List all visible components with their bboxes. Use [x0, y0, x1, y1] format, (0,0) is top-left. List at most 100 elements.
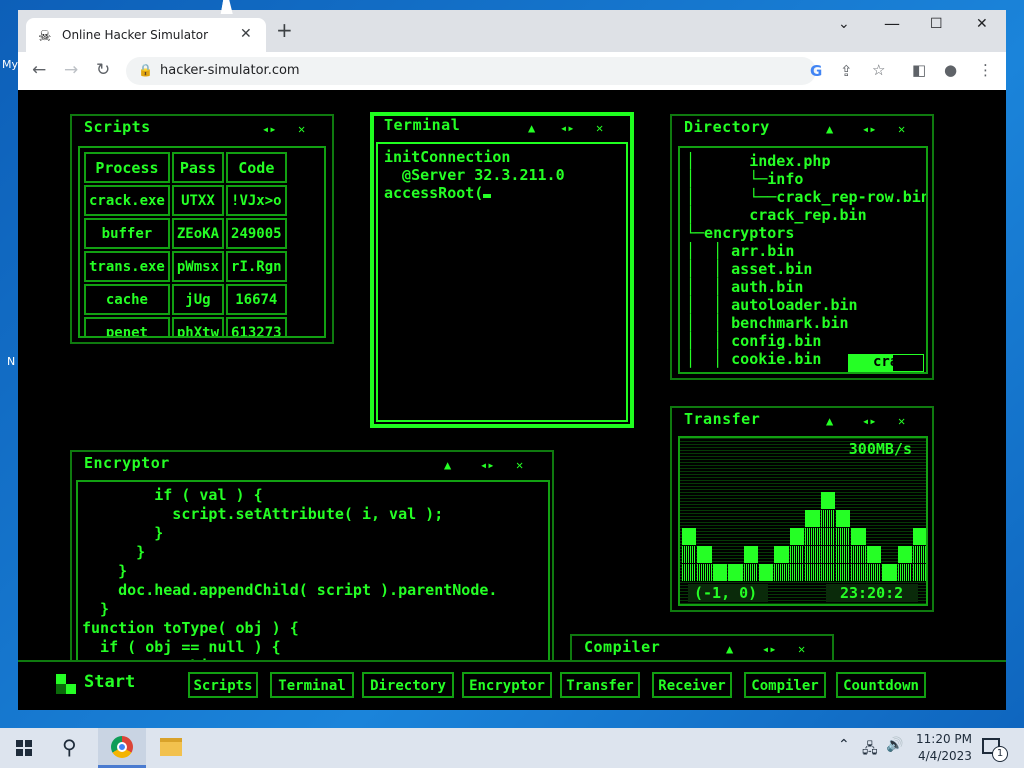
close-icon[interactable]: ✕	[898, 122, 905, 136]
resize-icon[interactable]: ◂▸	[862, 414, 876, 428]
desktop-label[interactable]: My	[2, 58, 18, 71]
progress-label: cra	[873, 354, 899, 370]
directory-entry[interactable]: │ │ asset.bin	[686, 260, 812, 278]
code-line: script.setAttribute( i, val );	[82, 505, 444, 523]
time-box: 23:20:2	[826, 584, 918, 602]
maximize-icon[interactable]: ▲	[826, 122, 833, 136]
maximize-icon[interactable]: ▲	[826, 414, 833, 428]
taskbar-button-transfer[interactable]: Transfer	[560, 672, 640, 698]
directory-entry[interactable]: │ └─info	[686, 170, 803, 188]
directory-entry[interactable]: │ │ auth.bin	[686, 278, 803, 296]
chrome-taskbar-button[interactable]	[98, 728, 146, 768]
transfer-bar	[728, 564, 743, 581]
profile-icon[interactable]: ●	[944, 61, 957, 79]
back-icon[interactable]: ←	[32, 60, 46, 80]
maximize-icon[interactable]: ▲	[726, 642, 733, 656]
directory-entry[interactable]: │ crack_rep.bin	[686, 206, 867, 224]
url-text[interactable]: hacker-simulator.com	[160, 63, 300, 78]
desktop-label[interactable]: N	[7, 355, 15, 368]
transfer-window[interactable]: Transfer ▲ ◂▸ ✕ 300MB/s (-1, 0) 23:20:2	[670, 406, 934, 612]
maximize-icon[interactable]: ☐	[930, 16, 943, 32]
address-bar[interactable]: 🔒 hacker-simulator.com G ⇪ ☆	[126, 57, 885, 85]
close-icon[interactable]: ✕	[516, 458, 523, 472]
share-icon[interactable]: ⇪	[840, 62, 853, 80]
notification-count: 1	[992, 746, 1008, 762]
table-cell: 249005	[226, 218, 287, 249]
window-title: Terminal	[384, 116, 461, 134]
tab-search-icon[interactable]: ⌄	[838, 16, 850, 32]
forward-icon[interactable]: →	[64, 60, 78, 80]
chevron-up-icon[interactable]: ⌃	[838, 737, 850, 753]
file-explorer-icon[interactable]	[160, 738, 182, 756]
maximize-icon[interactable]: ▲	[528, 121, 535, 135]
windows-start-icon[interactable]	[16, 740, 32, 756]
start-button[interactable]: Start	[84, 672, 135, 692]
column-header: Process	[84, 152, 170, 183]
directory-entry[interactable]: │ └──crack_rep-row.bin	[686, 188, 926, 206]
directory-entry[interactable]: │ │ autoloader.bin	[686, 296, 858, 314]
bookmark-star-icon[interactable]: ☆	[872, 61, 885, 79]
scripts-table-frame: Process Pass Code crack.exe UTXX !VJx>o buffe…	[78, 146, 326, 338]
taskbar-button-countdown[interactable]: Countdown	[836, 672, 926, 698]
minimize-icon[interactable]: —	[884, 14, 900, 33]
taskbar-button-encryptor[interactable]: Encryptor	[462, 672, 552, 698]
transfer-bar	[851, 528, 866, 545]
start-logo-icon[interactable]	[56, 674, 76, 694]
directory-entry[interactable]: │ │ cookie.bin	[686, 350, 821, 368]
search-icon[interactable]: ⚲	[62, 735, 77, 759]
menu-icon[interactable]: ⋮	[978, 61, 993, 79]
browser-window: ☠ Online Hacker Simulator ✕ + ⌄ — ☐ ✕ ← …	[18, 10, 1006, 710]
maximize-icon[interactable]: ▲	[444, 458, 451, 472]
table-row: penet phXtw 613273	[84, 317, 287, 336]
transfer-speed: 300MB/s	[848, 440, 912, 458]
resize-icon[interactable]: ◂▸	[862, 122, 876, 136]
transfer-bar	[682, 564, 697, 581]
terminal-line: accessRoot(	[384, 184, 484, 202]
reload-icon[interactable]: ↻	[96, 60, 110, 80]
directory-entry[interactable]: │ │ benchmark.bin	[686, 314, 849, 332]
directory-entry[interactable]: │ │ config.bin	[686, 332, 821, 350]
directory-entry[interactable]: │ index.php	[686, 152, 831, 170]
transfer-bar	[820, 564, 835, 581]
close-icon[interactable]: ✕	[798, 642, 805, 656]
window-title: Compiler	[584, 638, 661, 656]
close-icon[interactable]: ✕	[596, 121, 603, 135]
taskbar-button-scripts[interactable]: Scripts	[188, 672, 258, 698]
taskbar-button-receiver[interactable]: Receiver	[652, 672, 732, 698]
resize-icon[interactable]: ◂▸	[560, 121, 574, 135]
close-icon[interactable]: ✕	[298, 122, 305, 136]
terminal-screen[interactable]: initConnection @Server 32.3.211.0 access…	[376, 142, 628, 422]
close-tab-icon[interactable]: ✕	[240, 26, 252, 42]
resize-icon[interactable]: ◂▸	[762, 642, 776, 656]
table-cell: UTXX	[171, 185, 225, 216]
google-icon[interactable]: G	[810, 62, 822, 80]
window-title: Transfer	[684, 410, 761, 428]
directory-entry[interactable]: └─encryptors	[686, 224, 794, 242]
new-tab-button[interactable]: +	[276, 20, 293, 40]
scripts-window[interactable]: Scripts ◂▸ ✕ Process Pass Code crack.exe UT…	[70, 114, 334, 344]
side-panel-icon[interactable]: ◧	[912, 61, 926, 79]
lock-icon[interactable]: 🔒	[138, 63, 153, 77]
close-window-icon[interactable]: ✕	[976, 16, 988, 32]
terminal-window[interactable]: Terminal ▲ ◂▸ ✕ initConnection @Server 3…	[370, 112, 634, 428]
transfer-bar	[836, 528, 851, 545]
taskbar-button-directory[interactable]: Directory	[362, 672, 454, 698]
table-cell: ZEoKA	[171, 218, 225, 249]
close-icon[interactable]: ✕	[898, 414, 905, 428]
volume-icon[interactable]: 🔊	[886, 737, 903, 753]
resize-icon[interactable]: ◂▸	[262, 122, 276, 136]
mouse-cursor-icon	[220, 0, 236, 14]
clock-time[interactable]: 11:20 PM	[916, 732, 972, 746]
table-cell: cache	[84, 284, 170, 315]
network-icon[interactable]: 🖧	[862, 738, 878, 762]
windows-taskbar: ⚲ ⌃ 🖧 🔊 11:20 PM 4/4/2023 1	[0, 728, 1024, 768]
resize-icon[interactable]: ◂▸	[480, 458, 494, 472]
taskbar-button-terminal[interactable]: Terminal	[270, 672, 354, 698]
clock-date[interactable]: 4/4/2023	[918, 749, 972, 763]
directory-window[interactable]: Directory ▲ ◂▸ ✕ │ index.php │ └─info │ └─…	[670, 114, 934, 380]
browser-tab[interactable]: ☠ Online Hacker Simulator ✕	[26, 18, 266, 52]
taskbar-button-compiler[interactable]: Compiler	[744, 672, 826, 698]
directory-entry[interactable]: │ │ arr.bin	[686, 242, 794, 260]
table-cell: phXtw	[171, 317, 225, 336]
transfer-bar	[897, 564, 912, 581]
